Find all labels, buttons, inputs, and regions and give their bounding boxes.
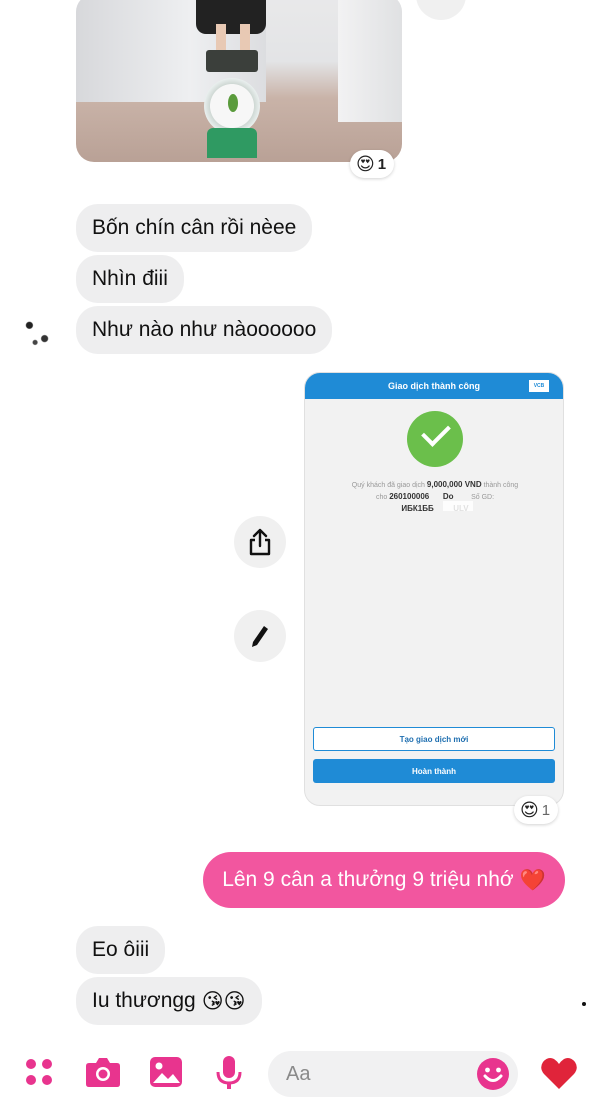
outgoing-message-text: Lên 9 cân a thưởng 9 triệu nhớ [222, 868, 514, 891]
share-icon [249, 528, 271, 556]
photo-background [338, 0, 402, 122]
heart-like-icon[interactable] [540, 1056, 578, 1090]
receipt-recipient: Do [442, 492, 454, 501]
receipt-amount: 9,000,000 VND [426, 480, 482, 489]
emoji-icon[interactable] [476, 1057, 510, 1091]
new-transaction-button: Tạo giao dịch mới [313, 727, 555, 751]
receipt-reaction[interactable]: 😍 1 [514, 796, 559, 824]
incoming-message[interactable]: Như nào như nàoooooo [76, 306, 333, 354]
microphone-icon[interactable] [214, 1055, 244, 1091]
photo-scale-plate [206, 50, 258, 72]
heart-eyes-icon: 😍 [356, 153, 375, 175]
message-composer[interactable] [268, 1051, 518, 1097]
check-icon [407, 411, 463, 467]
receipt-line2-prefix: cho [375, 494, 388, 501]
receipt-line1-prefix: Quý khách đã giao dịch [351, 482, 425, 489]
heart-eyes-icon: 😍 [520, 799, 539, 821]
photo-person [196, 0, 266, 34]
receipt-details: Quý khách đã giao dịch 9,000,000 VND thà… [319, 479, 551, 515]
share-button[interactable] [234, 516, 286, 568]
read-indicator [582, 1002, 586, 1006]
incoming-message[interactable]: Iu thươngg 😘😘 [76, 977, 262, 1025]
kiss-icon: 😘😘 [201, 989, 246, 1013]
receipt-image-message[interactable]: Giao dịch thành công VCB Quý khách đã gi… [304, 372, 564, 806]
gallery-icon[interactable] [148, 1055, 184, 1089]
reaction-count: 1 [377, 155, 387, 173]
reaction-count: 1 [541, 801, 551, 819]
incoming-message[interactable]: Bốn chín cân rồi nèee [76, 204, 313, 252]
receipt-title: Giao dịch thành công [388, 381, 480, 391]
redaction [443, 501, 473, 511]
photo-reaction[interactable]: 😍 1 [350, 150, 395, 178]
photo-message[interactable] [76, 0, 402, 162]
photo-scale-dial [204, 78, 260, 134]
incoming-message[interactable]: Eo ôiii [76, 926, 166, 974]
pencil-icon [252, 626, 268, 647]
receipt-line2-suffix: Số GD: [471, 494, 495, 501]
message-input[interactable] [286, 1051, 466, 1097]
heart-icon: ❤️ [519, 867, 546, 892]
camera-icon[interactable] [84, 1055, 122, 1089]
photo-scale-base [207, 128, 257, 158]
receipt-account: 260100006 [389, 492, 430, 501]
incoming-message[interactable]: Nhìn điii [76, 255, 184, 303]
apps-icon[interactable] [22, 1055, 56, 1089]
receipt-ref-start: ИБК1ББ [401, 504, 434, 513]
receipt-header: Giao dịch thành công VCB [305, 373, 563, 399]
avatar[interactable] [18, 312, 56, 350]
incoming-message-text: Iu thươngg [92, 989, 196, 1012]
edit-button[interactable] [234, 610, 286, 662]
bank-logo-icon: VCB [529, 380, 549, 392]
forward-button[interactable] [416, 0, 466, 20]
done-button: Hoàn thành [313, 759, 555, 783]
outgoing-message[interactable]: Lên 9 cân a thưởng 9 triệu nhớ ❤️ [203, 852, 565, 908]
receipt-line1-suffix: thành công [483, 482, 519, 489]
